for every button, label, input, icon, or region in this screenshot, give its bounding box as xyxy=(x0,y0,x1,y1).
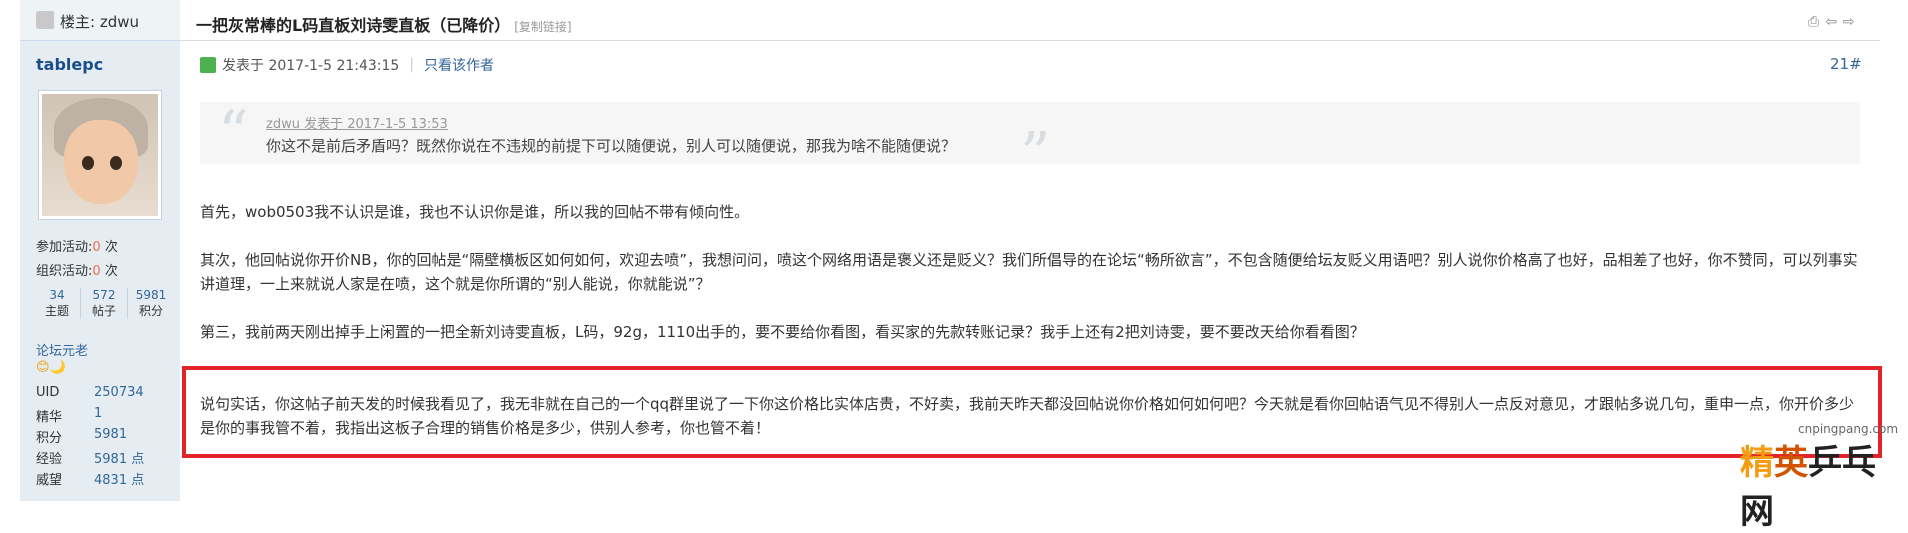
post-status-icon xyxy=(200,57,216,73)
avatar[interactable] xyxy=(38,90,162,220)
post-paragraph-2: 其次，他回帖说你开价NB，你的回帖是“隔壁横板区如何如何，欢迎去喷”，我想问问，… xyxy=(200,251,1858,293)
watermark-site: cnpingpang.com xyxy=(1798,422,1899,436)
thread-owner-label[interactable]: 楼主: zdwu xyxy=(60,11,139,32)
quote-source[interactable]: zdwu 发表于 2017-1-5 13:53 xyxy=(266,113,448,132)
quote-open-icon: “ xyxy=(218,98,249,168)
count-points[interactable]: 5981 积分 xyxy=(128,288,174,319)
count-posts[interactable]: 572 帖子 xyxy=(81,288,128,319)
user-rank[interactable]: 论坛元老 xyxy=(36,340,88,359)
author-only-link[interactable]: 只看该作者 xyxy=(424,55,494,75)
quote-block: “ ” zdwu 发表于 2017-1-5 13:53 你这不是前后矛盾吗？既然… xyxy=(200,98,1860,190)
thread-owner-bar: 楼主: zdwu xyxy=(20,0,180,41)
post-meta: 发表于 2017-1-5 21:43:15 | 只看该作者 xyxy=(200,55,494,75)
post-date: 发表于 2017-1-5 21:43:15 xyxy=(222,58,400,74)
floor-number[interactable]: 21# xyxy=(1830,55,1862,73)
copy-link[interactable]: [复制链接] xyxy=(514,20,571,34)
user-info: UID 250734 精华 1 积分 5981 经验 5981 点 威望 4831 点 xyxy=(36,385,145,488)
owner-icon xyxy=(36,11,54,29)
medal-icons: 😊🌙 xyxy=(36,360,66,375)
thread-title: 一把灰常棒的L码直板刘诗雯直板（已降价） [复制链接] xyxy=(196,16,572,35)
post-paragraph-3: 第三，我前两天刚出掉手上闲置的一把全新刘诗雯直板，L码，92g，1110出手的，… xyxy=(200,323,1365,341)
stat-activity-organized: 组织活动:0 次 xyxy=(36,264,118,279)
quote-text: 你这不是前后矛盾吗？既然你说在不违规的前提下可以随便说，别人可以随便说，那我为啥… xyxy=(266,137,957,155)
thread-title-bar: 一把灰常棒的L码直板刘诗雯直板（已降价） [复制链接] ⎙⇦⇨ xyxy=(180,0,1880,41)
highlight-annotation xyxy=(182,366,1882,458)
count-topics[interactable]: 34 主题 xyxy=(34,288,81,319)
author-sidebar: 楼主: zdwu tablepc 参加活动:0 次 组织活动:0 次 34 主题 … xyxy=(20,0,180,501)
print-prev-next-icons[interactable]: ⎙⇦⇨ xyxy=(1808,14,1861,30)
post-paragraph-1: 首先，wob0503我不认识是谁，我也不认识你是谁，所以我的回帖不带有倾向性。 xyxy=(200,203,750,221)
watermark-logo: 精英乒乓网 xyxy=(1740,443,1876,532)
user-counts: 34 主题 572 帖子 5981 积分 xyxy=(34,288,174,319)
author-username[interactable]: tablepc xyxy=(36,55,103,74)
quote-close-icon: ” xyxy=(1020,120,1051,190)
stat-activity-joined: 参加活动:0 次 xyxy=(36,240,118,255)
